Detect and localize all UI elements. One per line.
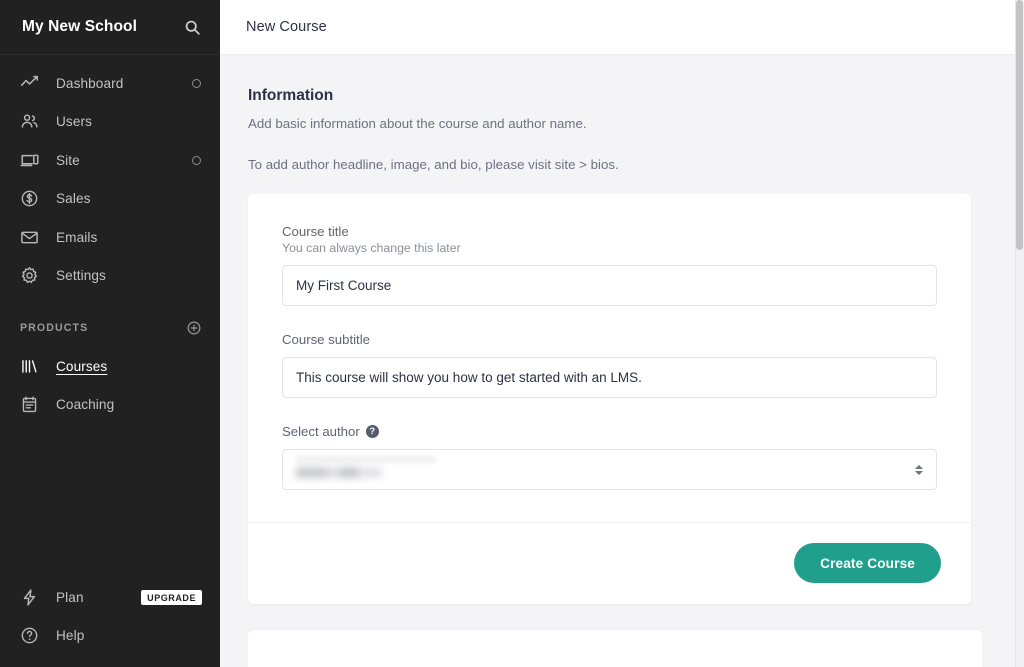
- section-title: PRODUCTS: [20, 322, 89, 334]
- question-mark-icon[interactable]: ?: [365, 425, 379, 439]
- external-link-indicator-icon: [192, 155, 201, 165]
- section-note: To add author headline, image, and bio, …: [248, 157, 619, 173]
- sidebar-item-label: Dashboard: [56, 75, 124, 91]
- course-title-input[interactable]: My First Course: [282, 265, 937, 307]
- app-root: My New School Dashboard Users Site Sales…: [0, 0, 1024, 667]
- page-topbar: New Course: [220, 0, 1024, 55]
- sidebar-item-coaching[interactable]: Coaching: [0, 386, 220, 425]
- question-circle-icon: [20, 626, 44, 645]
- envelope-icon: [20, 228, 44, 247]
- page-title: New Course: [246, 19, 327, 35]
- sidebar-nav: Dashboard Users Site Sales Emails Settin…: [0, 55, 220, 578]
- next-card-placeholder: [248, 630, 982, 667]
- sidebar-item-courses[interactable]: Courses: [0, 347, 220, 386]
- sidebar: My New School Dashboard Users Site Sales…: [0, 0, 220, 667]
- information-card-footer: Create Course: [248, 522, 971, 604]
- field-course-title: Course title You can always change this …: [282, 224, 937, 307]
- select-author-dropdown[interactable]: [282, 449, 937, 491]
- sidebar-bottom-nav: Plan UPGRADE Help: [0, 578, 220, 667]
- main-content: New Course Information Add basic informa…: [220, 0, 1024, 667]
- sidebar-item-label: Users: [56, 114, 92, 130]
- lightning-bolt-icon: [20, 588, 44, 607]
- course-title-label: Course title: [282, 224, 349, 240]
- gear-icon: [20, 266, 44, 285]
- chevron-up-icon: [915, 464, 923, 469]
- clipboard-icon: [20, 395, 44, 414]
- sidebar-item-label: Sales: [56, 191, 91, 207]
- select-author-label: Select author ?: [282, 424, 937, 439]
- field-select-author: Select author ?: [282, 424, 937, 491]
- upgrade-badge[interactable]: UPGRADE: [141, 590, 202, 605]
- sidebar-item-sales[interactable]: Sales: [0, 180, 220, 219]
- chevron-down-icon: [915, 470, 923, 475]
- dollar-circle-icon: [20, 189, 44, 208]
- book-spines-icon: [20, 357, 44, 376]
- sidebar-brand-row: My New School: [0, 0, 220, 55]
- search-icon[interactable]: [182, 17, 202, 37]
- sidebar-item-label: Coaching: [56, 397, 115, 413]
- users-group-icon: [20, 112, 44, 131]
- page-scrollbar[interactable]: [1015, 0, 1024, 667]
- plus-circle-icon[interactable]: [186, 320, 202, 336]
- sidebar-item-dashboard[interactable]: Dashboard: [0, 64, 220, 103]
- sidebar-item-label: Plan: [56, 589, 84, 605]
- course-subtitle-input[interactable]: This course will show you how to get sta…: [282, 357, 937, 399]
- content-scroll-area: Information Add basic information about …: [220, 55, 1024, 667]
- sidebar-item-label: Help: [56, 628, 85, 644]
- sidebar-item-emails[interactable]: Emails: [0, 218, 220, 257]
- create-course-button[interactable]: Create Course: [794, 543, 941, 584]
- sidebar-item-users[interactable]: Users: [0, 103, 220, 142]
- stepper-arrows-icon[interactable]: [915, 464, 923, 475]
- sidebar-item-plan[interactable]: Plan UPGRADE: [0, 578, 220, 617]
- sidebar-item-help[interactable]: Help: [0, 617, 220, 656]
- monitor-mobile-icon: [20, 151, 44, 170]
- select-author-wrapper: [282, 449, 937, 491]
- information-card: Course title You can always change this …: [248, 194, 971, 605]
- course-title-hint: You can always change this later: [282, 241, 461, 256]
- redacted-author-value: [296, 467, 382, 479]
- sidebar-section-products: PRODUCTS: [0, 313, 220, 343]
- information-card-body: Course title You can always change this …: [248, 194, 971, 522]
- redacted-overlay: [296, 456, 436, 464]
- select-author-label-text: Select author: [282, 424, 360, 440]
- section-subtitle: Add basic information about the course a…: [248, 116, 587, 131]
- analytics-line-chart-icon: [20, 74, 44, 93]
- external-link-indicator-icon: [192, 78, 201, 88]
- school-name: My New School: [22, 18, 137, 35]
- sidebar-item-label: Site: [56, 152, 80, 168]
- sidebar-item-settings[interactable]: Settings: [0, 257, 220, 296]
- field-course-subtitle: Course subtitle This course will show yo…: [282, 332, 937, 399]
- section-heading: Information: [248, 87, 334, 104]
- sidebar-item-label: Courses: [56, 358, 108, 374]
- page-scrollbar-thumb[interactable]: [1016, 0, 1023, 250]
- sidebar-item-site[interactable]: Site: [0, 141, 220, 180]
- course-subtitle-label: Course subtitle: [282, 332, 370, 348]
- sidebar-item-label: Emails: [56, 229, 98, 245]
- sidebar-item-label: Settings: [56, 268, 106, 284]
